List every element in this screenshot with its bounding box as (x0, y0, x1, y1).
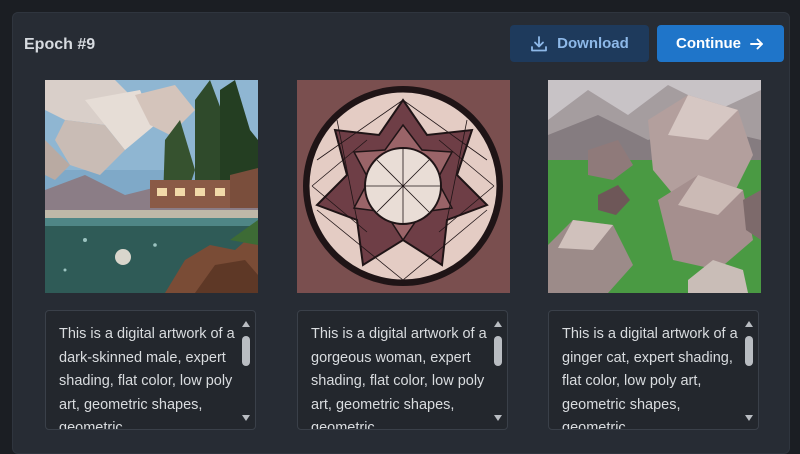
download-button[interactable]: Download (510, 25, 649, 62)
scroll-down-icon[interactable] (242, 415, 250, 421)
image-card: This is a digital artwork of a gorgeous … (297, 80, 510, 430)
continue-button[interactable]: Continue (657, 25, 784, 62)
continue-label: Continue (676, 35, 741, 52)
scroll-up-icon[interactable] (494, 321, 502, 327)
caption-text: This is a digital artwork of a ginger ca… (562, 326, 738, 430)
caption-box[interactable]: This is a digital artwork of a ginger ca… (548, 310, 759, 430)
scroll-down-icon[interactable] (494, 415, 502, 421)
caption-box[interactable]: This is a digital artwork of a dark-skin… (45, 310, 256, 430)
epoch-panel: Epoch #9 Download Continue This is a dig… (12, 12, 790, 454)
scrollbar[interactable] (493, 321, 503, 421)
scroll-thumb[interactable] (494, 336, 502, 366)
generated-image-3[interactable] (548, 80, 761, 293)
image-card: This is a digital artwork of a ginger ca… (548, 80, 761, 430)
epoch-title: Epoch #9 (24, 36, 96, 53)
scroll-up-icon[interactable] (745, 321, 753, 327)
scroll-thumb[interactable] (242, 336, 250, 366)
generated-image-2[interactable] (297, 80, 510, 293)
image-card: This is a digital artwork of a dark-skin… (45, 80, 258, 430)
scroll-down-icon[interactable] (745, 415, 753, 421)
generated-image-1[interactable] (45, 80, 258, 293)
download-icon (530, 35, 548, 53)
scroll-up-icon[interactable] (242, 321, 250, 327)
scrollbar[interactable] (744, 321, 754, 421)
caption-box[interactable]: This is a digital artwork of a gorgeous … (297, 310, 508, 430)
caption-text: This is a digital artwork of a dark-skin… (59, 326, 235, 430)
caption-text: This is a digital artwork of a gorgeous … (311, 326, 487, 430)
scrollbar[interactable] (241, 321, 251, 421)
arrow-right-icon (749, 36, 765, 52)
download-label: Download (557, 35, 629, 52)
scroll-thumb[interactable] (745, 336, 753, 366)
